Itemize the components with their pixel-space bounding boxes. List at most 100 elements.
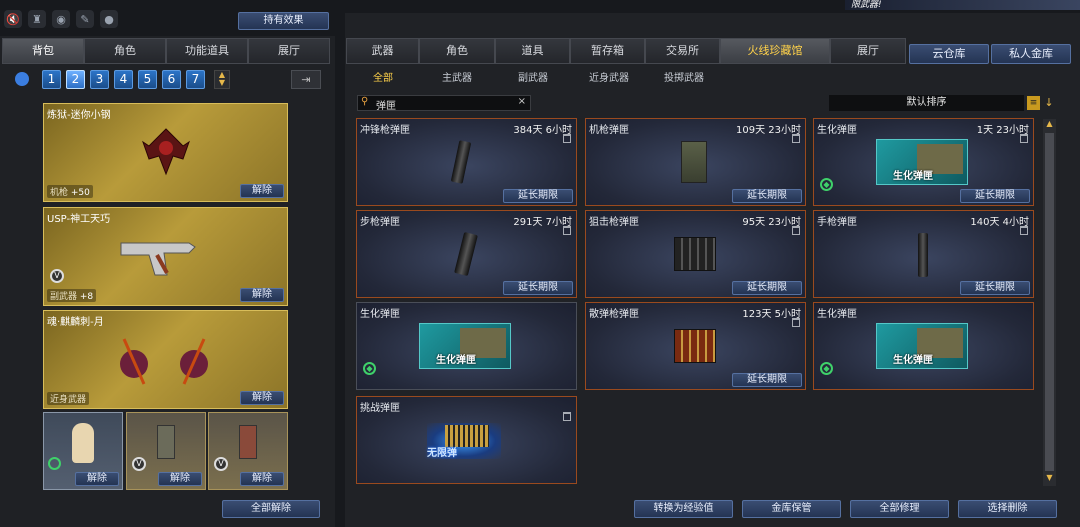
magazine-card[interactable]: 生化弹匣 1天 23小时 生化弹匣 ◆ 延长期限 [813,118,1034,206]
card-name: 散弹枪弹匣 [589,309,639,320]
tab-items[interactable]: 道具 [495,38,570,64]
magazine-card[interactable]: 手枪弹匣 140天 4小时 延长期限 [813,210,1034,298]
tab-collection[interactable]: 火线珍藏馆 [720,38,830,64]
transfer-icon[interactable]: ⇥ [291,70,321,89]
unequip-button[interactable]: 解除 [75,472,119,486]
unequip-button[interactable]: 解除 [240,184,284,198]
subtab-all[interactable]: 全部 [373,69,393,84]
extend-button[interactable]: 延长期限 [503,189,573,203]
item-name: 炼狱-迷你小钢 [47,110,111,121]
page-2-button[interactable]: 2 [66,70,85,89]
trash-icon[interactable] [1020,134,1028,143]
tab-function-items[interactable]: 功能道具 [166,38,248,64]
search-box[interactable]: ⚲ 弹匣 × [357,95,531,112]
subtab-melee[interactable]: 近身武器 [589,69,629,84]
search-icon: ⚲ [361,96,369,107]
tab-character[interactable]: 角色 [84,38,166,64]
extend-button[interactable]: 延长期限 [732,281,802,295]
scroll-down-icon[interactable]: ▼ [1043,473,1056,486]
bonus-value: +50 [70,188,90,198]
magazine-card[interactable]: 散弹枪弹匣 123天 5小时 延长期限 [585,302,806,390]
character-filter-icon[interactable] [15,72,29,86]
magazine-card[interactable]: 步枪弹匣 291天 7小时 延长期限 [356,210,577,298]
tab-exhibition[interactable]: 展厅 [830,38,906,64]
item-card[interactable]: V 解除 [126,412,206,490]
tab-showroom[interactable]: 展厅 [248,38,330,64]
page-5-button[interactable]: 5 [138,70,157,89]
item-type-tag: 副武器 +8 [47,289,97,302]
search-input[interactable]: 弹匣 [376,97,396,112]
trash-icon[interactable] [563,134,571,143]
card-name: 生化弹匣 [817,309,857,320]
wrench-icon[interactable]: ✎ [76,10,94,28]
holding-effect-button[interactable]: 持有效果 [238,12,329,30]
extend-button[interactable]: 延长期限 [960,189,1030,203]
tab-characters[interactable]: 角色 [419,38,495,64]
extend-button[interactable]: 延长期限 [960,281,1030,295]
trash-icon[interactable] [563,226,571,235]
item-name: 魂·麒麟刺-月 [47,317,104,328]
unequip-button[interactable]: 解除 [240,288,284,302]
subtab-secondary[interactable]: 副武器 [518,69,548,84]
eye-icon[interactable]: ◉ [52,10,70,28]
magazine-card[interactable]: 挑战弹匣 无限弹 [356,396,577,484]
vault-storage-button[interactable]: 金库保管 [742,500,841,518]
scrollbar[interactable]: ▲ ▼ [1043,119,1056,486]
clear-search-icon[interactable]: × [518,96,526,107]
magazine-card[interactable]: 生化弹匣 生化弹匣 ◆ [813,302,1034,390]
page-1-button[interactable]: 1 [42,70,61,89]
bio-icon [48,457,61,470]
trash-icon[interactable] [792,226,800,235]
card-name: 手枪弹匣 [817,217,857,228]
extend-button[interactable]: 延长期限 [732,189,802,203]
top-toolbar: 🔇 ♜ ◉ ✎ ● [4,10,118,28]
subtab-throwable[interactable]: 投掷武器 [664,69,704,84]
scroll-thumb[interactable] [1045,133,1054,471]
tab-exchange[interactable]: 交易所 [645,38,720,64]
tab-weapons[interactable]: 武器 [346,38,419,64]
extend-button[interactable]: 延长期限 [503,281,573,295]
subtab-primary[interactable]: 主武器 [442,69,472,84]
trash-icon[interactable] [792,134,800,143]
unequip-button[interactable]: 解除 [240,472,284,486]
unequip-button[interactable]: 解除 [240,391,284,405]
magazine-card[interactable]: 狙击枪弹匣 95天 23小时 延长期限 [585,210,806,298]
sort-order-icon[interactable]: ↓ [1043,96,1055,110]
character-card[interactable]: 解除 [43,412,123,490]
dogtag-image [239,425,257,459]
equipped-item-card[interactable]: 魂·麒麟刺-月 近身武器 解除 [43,310,288,409]
trash-icon[interactable] [563,412,571,421]
tab-storage-box[interactable]: 暂存箱 [570,38,645,64]
select-delete-button[interactable]: 选择删除 [958,500,1057,518]
trash-icon[interactable] [792,318,800,327]
convert-to-exp-button[interactable]: 转换为经验值 [634,500,733,518]
page-stepper-icon[interactable]: ▲ ▼ [214,70,230,89]
cloud-storage-button[interactable]: 云仓库 [909,44,989,64]
remove-all-button[interactable]: 全部解除 [222,500,320,518]
team-icon[interactable]: ♜ [28,10,46,28]
equipped-item-card[interactable]: 炼狱-迷你小钢 机枪 +50 解除 [43,103,288,202]
scroll-up-icon[interactable]: ▲ [1043,119,1056,132]
page-4-button[interactable]: 4 [114,70,133,89]
magazine-image [450,140,472,184]
page-7-button[interactable]: 7 [186,70,205,89]
magazine-card[interactable]: 生化弹匣 生化弹匣 ◆ [356,302,577,390]
page-3-button[interactable]: 3 [90,70,109,89]
tab-backpack[interactable]: 背包 [2,38,84,64]
bio-magazine-image: 生化弹匣 [876,323,968,369]
list-view-icon[interactable]: ≡ [1027,96,1040,110]
extend-button[interactable]: 延长期限 [732,373,802,387]
sort-dropdown[interactable]: 默认排序 [829,95,1024,111]
equipped-item-card[interactable]: USP-神工天巧 V 副武器 +8 解除 [43,207,288,306]
magazine-card[interactable]: 机枪弹匣 109天 23小时 延长期限 [585,118,806,206]
trash-icon[interactable] [1020,226,1028,235]
item-card[interactable]: V 解除 [208,412,288,490]
penguin-icon[interactable]: ● [100,10,118,28]
page-6-button[interactable]: 6 [162,70,181,89]
magazine-card[interactable]: 冲锋枪弹匣 384天 6小时 延长期限 [356,118,577,206]
demon-figure-image [139,124,194,179]
unequip-button[interactable]: 解除 [158,472,202,486]
sound-off-icon[interactable]: 🔇 [4,10,22,28]
repair-all-button[interactable]: 全部修理 [850,500,949,518]
private-vault-button[interactable]: 私人金库 [991,44,1071,64]
